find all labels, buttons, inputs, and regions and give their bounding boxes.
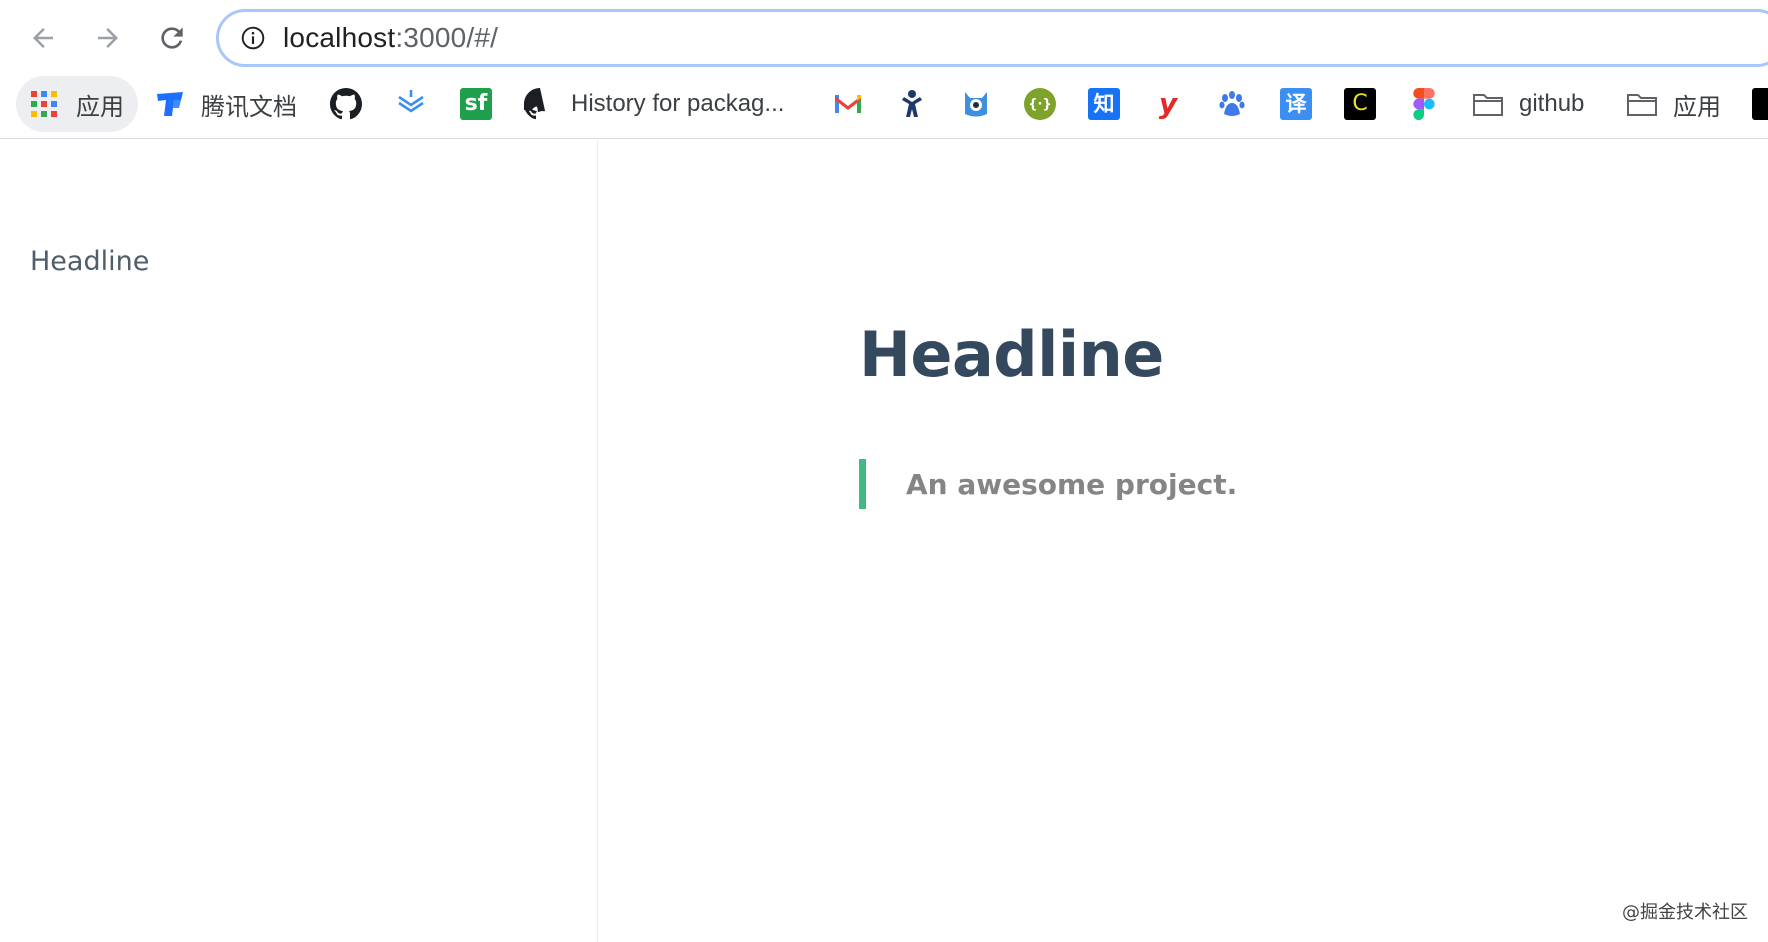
bookmark-tencent-docs[interactable]: 腾讯文档	[154, 76, 297, 132]
curly-braces-glyph: {·}	[1024, 88, 1056, 120]
address-bar[interactable]: localhost:3000/#/	[216, 9, 1768, 67]
bookmark-curly[interactable]: {·}	[1024, 76, 1056, 132]
github-icon	[330, 88, 362, 120]
github-icon	[524, 88, 556, 120]
apps-grid-icon	[28, 88, 60, 120]
page-title: Headline	[859, 318, 1164, 391]
bookmark-jira[interactable]	[896, 76, 928, 132]
url-text[interactable]: localhost:3000/#/	[283, 22, 498, 54]
watermark: @掘金技术社区	[1622, 902, 1748, 923]
reload-icon	[161, 27, 183, 49]
url-host: localhost	[283, 22, 396, 53]
bookmark-translate[interactable]: 译	[1280, 76, 1312, 132]
tencent-docs-icon	[154, 88, 186, 120]
bookmark-github[interactable]	[330, 76, 362, 132]
baidu-paw-icon	[1216, 88, 1248, 120]
arrow-left-icon	[33, 28, 53, 48]
back-button[interactable]	[21, 16, 65, 60]
zhihu-glyph: 知	[1088, 88, 1120, 120]
bookmark-copyright[interactable]: C	[1344, 76, 1376, 132]
bookmark-github-history[interactable]: History for packag...	[524, 76, 784, 132]
reload-button[interactable]	[150, 16, 194, 60]
translate-glyph: 译	[1280, 88, 1312, 120]
forward-button[interactable]	[86, 16, 130, 60]
bookmark-label: 应用	[1673, 93, 1721, 121]
bookmark-monster[interactable]	[960, 76, 992, 132]
bookmarks-bar: 应用 腾讯文档 sf History for packag... {·} 知 y…	[0, 76, 1768, 132]
url-path: :3000/#/	[395, 22, 499, 53]
tagline-quote: An awesome project.	[859, 459, 1237, 509]
jira-icon	[896, 88, 928, 120]
arrow-right-icon	[98, 28, 118, 48]
zhihu-icon: 知	[1088, 88, 1120, 120]
main-content: Headline An awesome project.	[599, 140, 1768, 942]
browser-toolbar: localhost:3000/#/ 应用 腾讯文档 sf History for…	[0, 0, 1768, 139]
sidebar: Headline	[0, 140, 598, 942]
bookmark-segmentfault[interactable]: sf	[460, 76, 492, 132]
bookmark-truncated[interactable]	[1752, 76, 1768, 132]
segmentfault-icon: sf	[460, 88, 492, 120]
folder-icon	[1472, 88, 1504, 120]
bookmark-label: 腾讯文档	[201, 93, 297, 121]
monster-icon	[960, 88, 992, 120]
bookmark-zhihu[interactable]: 知	[1088, 76, 1120, 132]
youdao-glyph: y	[1158, 87, 1178, 120]
sidebar-item-headline[interactable]: Headline	[30, 246, 149, 277]
bookmark-label: 应用	[76, 93, 124, 121]
folder-icon	[1626, 88, 1658, 120]
bookmark-apps[interactable]: 应用	[16, 76, 138, 132]
bookmark-folder-apps[interactable]: 应用	[1626, 76, 1721, 132]
bookmark-folder-github[interactable]: github	[1472, 76, 1584, 132]
youdao-icon: y	[1152, 88, 1184, 120]
curly-braces-icon: {·}	[1024, 88, 1056, 120]
copyright-icon: C	[1344, 88, 1376, 120]
bookmark-figma[interactable]	[1408, 76, 1440, 132]
gmail-icon	[832, 88, 864, 120]
info-icon[interactable]	[239, 24, 267, 52]
bookmark-baidu[interactable]	[1216, 76, 1248, 132]
bookmark-label: github	[1519, 90, 1585, 117]
layers-icon	[395, 88, 427, 120]
tagline-text: An awesome project.	[906, 467, 1238, 501]
translate-icon: 译	[1280, 88, 1312, 120]
bookmark-layers[interactable]	[395, 76, 427, 132]
truncated-icon	[1752, 88, 1768, 120]
bookmark-label: History for packag...	[571, 90, 785, 117]
bookmark-gmail[interactable]	[832, 76, 864, 132]
bookmark-youdao[interactable]: y	[1152, 76, 1184, 132]
figma-icon	[1408, 88, 1440, 120]
copyright-glyph: C	[1344, 88, 1376, 120]
segmentfault-glyph: sf	[460, 88, 492, 120]
